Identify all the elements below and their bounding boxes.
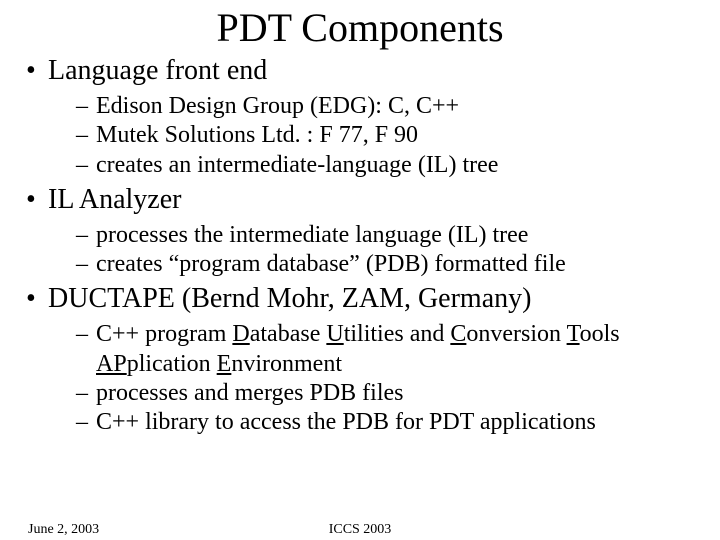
- run: C++ program: [96, 321, 232, 347]
- sub-list: processes the intermediate language (IL)…: [76, 221, 720, 280]
- run: plication: [127, 351, 217, 377]
- slide-title: PDT Components: [0, 4, 720, 51]
- underline: D: [232, 321, 249, 347]
- sub-list: C++ program Database Utilities and Conve…: [76, 320, 720, 437]
- sub-item: C++ library to access the PDB for PDT ap…: [76, 408, 720, 437]
- slide: PDT Components Language front end Edison…: [0, 4, 720, 540]
- sub-item: processes the intermediate language (IL)…: [76, 221, 720, 250]
- run: tilities and: [344, 321, 451, 347]
- underline: T: [567, 321, 580, 347]
- underline: U: [326, 321, 343, 347]
- sub-item: creates an intermediate-language (IL) tr…: [76, 151, 720, 180]
- bullet-label: DUCTAPE (Bernd Mohr, ZAM, Germany): [48, 283, 531, 314]
- underline: E: [217, 351, 232, 377]
- footer-date: June 2, 2003: [28, 522, 99, 538]
- run: onversion: [466, 321, 566, 347]
- sub-item: creates “program database” (PDB) formatt…: [76, 250, 720, 279]
- run: nvironment: [231, 351, 342, 377]
- bullet-language-front-end: Language front end Edison Design Group (…: [26, 53, 720, 180]
- sub-list: Edison Design Group (EDG): C, C++ Mutek …: [76, 92, 720, 180]
- bullet-il-analyzer: IL Analyzer processes the intermediate l…: [26, 182, 720, 280]
- sub-item: processes and merges PDB files: [76, 379, 720, 408]
- sub-item: Mutek Solutions Ltd. : F 77, F 90: [76, 121, 720, 150]
- run: ools: [580, 321, 620, 347]
- run: atabase: [250, 321, 327, 347]
- footer: June 2, 2003 ICCS 2003 12: [0, 522, 720, 538]
- bullet-label: IL Analyzer: [48, 184, 181, 215]
- sub-item-acronym: C++ program Database Utilities and Conve…: [76, 320, 720, 379]
- underline: C: [450, 321, 466, 347]
- sub-item: Edison Design Group (EDG): C, C++: [76, 92, 720, 121]
- footer-center: ICCS 2003: [28, 522, 692, 538]
- bullet-list: Language front end Edison Design Group (…: [26, 53, 720, 437]
- underline: AP: [96, 351, 127, 377]
- bullet-ductape: DUCTAPE (Bernd Mohr, ZAM, Germany) C++ p…: [26, 281, 720, 437]
- bullet-label: Language front end: [48, 55, 267, 86]
